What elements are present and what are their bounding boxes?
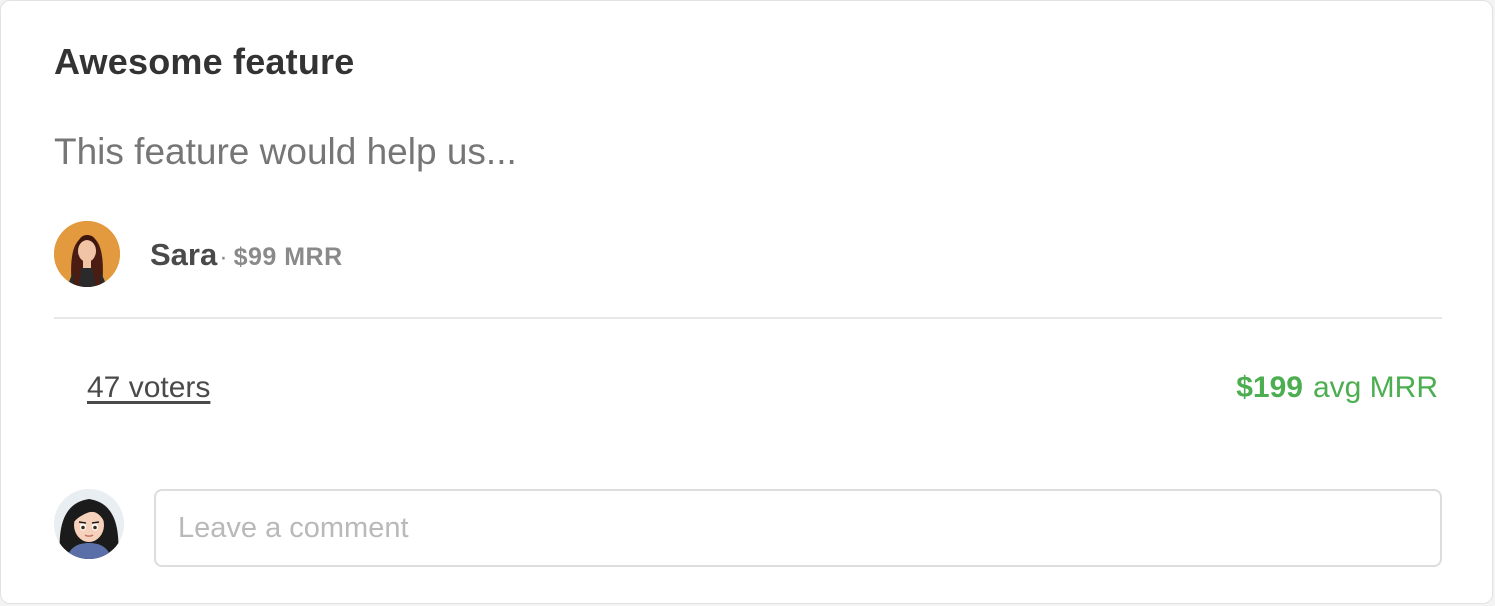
author-mrr: $99 MRR bbox=[233, 243, 343, 271]
voters-link[interactable]: 47 voters bbox=[87, 371, 210, 405]
avg-mrr-amount: $199 bbox=[1236, 371, 1303, 404]
avg-mrr-summary: $199 avg MRR bbox=[1236, 371, 1438, 405]
feature-card: Awesome feature This feature would help … bbox=[0, 0, 1493, 604]
author-avatar bbox=[54, 221, 120, 287]
current-user-avatar bbox=[54, 489, 124, 559]
author-name: Sara bbox=[150, 237, 218, 272]
author-separator: · bbox=[219, 243, 228, 271]
comment-input[interactable] bbox=[154, 489, 1442, 567]
divider bbox=[54, 317, 1442, 319]
avg-mrr-label: avg MRR bbox=[1312, 371, 1438, 404]
cartoon-user-avatar-icon bbox=[54, 489, 124, 559]
feature-title: Awesome feature bbox=[54, 41, 355, 82]
author-info: Sara · $99 MRR bbox=[150, 237, 343, 273]
feature-description: This feature would help us... bbox=[54, 131, 517, 172]
woman-portrait-avatar-icon bbox=[54, 221, 120, 287]
